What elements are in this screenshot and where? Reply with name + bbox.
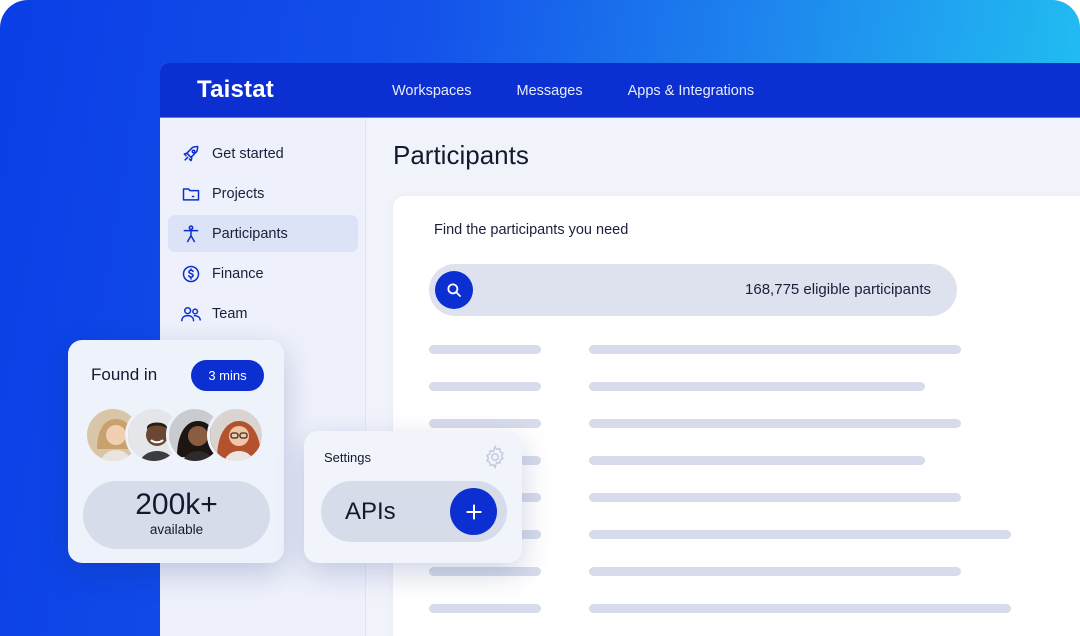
nav-apps-integrations[interactable]: Apps & Integrations (628, 83, 755, 99)
skeleton-line (589, 567, 961, 576)
time-badge: 3 mins (191, 360, 264, 391)
app-window: Taistat Workspaces Messages Apps & Integ… (160, 63, 1080, 636)
nav-workspaces[interactable]: Workspaces (392, 83, 472, 99)
settings-card: Settings APIs (304, 431, 522, 563)
sidebar-item-label: Team (212, 305, 248, 322)
skeleton-line (429, 382, 541, 391)
skeleton-line (589, 456, 925, 465)
sidebar-item-get-started[interactable]: Get started (168, 135, 358, 172)
skeleton-line (429, 419, 541, 428)
find-participants-label: Find the participants you need (434, 222, 629, 238)
search-icon (445, 281, 463, 299)
avatar (207, 406, 265, 464)
skeleton-line (589, 604, 1011, 613)
skeleton-line (589, 345, 961, 354)
sidebar-item-finance[interactable]: Finance (168, 255, 358, 292)
apis-label: APIs (345, 498, 396, 525)
search-button[interactable] (435, 271, 473, 309)
available-count: 200k+ (135, 488, 218, 521)
sidebar-item-participants[interactable]: Participants (168, 215, 358, 252)
skeleton-line (589, 493, 961, 502)
brand-logo[interactable]: Taistat (197, 76, 274, 104)
skeleton-line (429, 604, 541, 613)
nav-messages[interactable]: Messages (517, 83, 583, 99)
participant-search-bar[interactable]: 168,775 eligible participants (429, 264, 957, 316)
skeleton-line (429, 567, 541, 576)
team-icon (180, 303, 202, 325)
dollar-icon (180, 263, 202, 285)
participants-panel: Find the participants you need 168,775 e… (393, 196, 1080, 636)
available-caption: available (149, 522, 204, 537)
top-navbar: Taistat Workspaces Messages Apps & Integ… (160, 63, 1080, 118)
top-nav: Workspaces Messages Apps & Integrations (392, 63, 799, 118)
skeleton-line (589, 382, 925, 391)
skeleton-line (429, 345, 541, 354)
person-icon (180, 223, 202, 245)
sidebar-item-label: Finance (212, 265, 264, 282)
sidebar-item-team[interactable]: Team (168, 295, 358, 332)
skeleton-line (589, 419, 961, 428)
page-title: Participants (393, 140, 529, 170)
found-in-label: Found in (91, 365, 158, 384)
sidebar-item-label: Participants (212, 225, 288, 242)
sidebar-item-projects[interactable]: Projects (168, 175, 358, 212)
hero-background: Taistat Workspaces Messages Apps & Integ… (0, 0, 1080, 636)
sidebar-item-label: Projects (212, 185, 265, 202)
add-api-button[interactable] (450, 488, 497, 535)
rocket-icon (180, 143, 202, 165)
gear-icon[interactable] (482, 444, 508, 470)
available-count-pill: 200k+ available (83, 481, 270, 549)
plus-icon (464, 502, 484, 522)
folder-icon (180, 183, 202, 205)
settings-label: Settings (324, 450, 371, 465)
apis-item: APIs (321, 481, 507, 542)
skeleton-line (589, 530, 1011, 539)
found-in-card: Found in 3 mins 200k+ available (68, 340, 284, 563)
sidebar-item-label: Get started (212, 145, 284, 162)
eligible-count: 168,775 eligible participants (745, 281, 931, 298)
